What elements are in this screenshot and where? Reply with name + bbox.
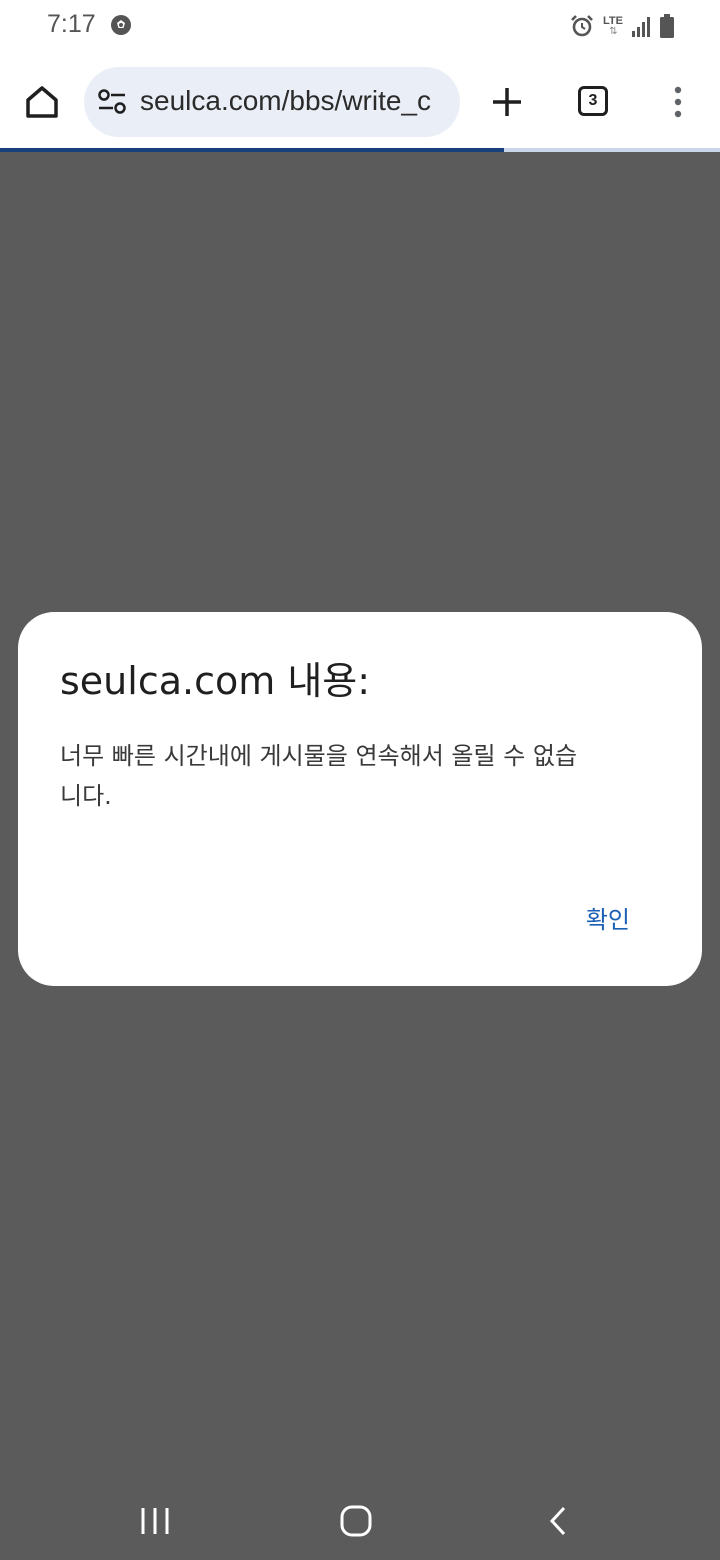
status-indicators: LTE ⇅: [570, 13, 674, 39]
system-nav-bar: [0, 1480, 720, 1560]
home-circle-icon[interactable]: [338, 1504, 374, 1538]
tab-switcher-button[interactable]: 3: [578, 86, 608, 116]
status-time: 7:17: [47, 10, 96, 38]
alert-dialog: seulca.com 내용: 너무 빠른 시간내에 게시물을 연속해서 올릴 수…: [18, 612, 702, 986]
network-indicator: LTE ⇅: [602, 14, 624, 37]
tune-icon[interactable]: [98, 89, 126, 115]
dialog-title: seulca.com 내용:: [60, 659, 371, 703]
battery-icon: [660, 14, 674, 38]
url-text[interactable]: seulca.com/bbs/write_c: [140, 85, 431, 117]
signal-bars-icon: [632, 17, 650, 37]
tab-count: 3: [588, 92, 598, 109]
status-bar: 7:17 LTE ⇅: [0, 0, 720, 52]
data-arrows-icon: ⇅: [609, 25, 617, 37]
browser-toolbar: seulca.com/bbs/write_c 3: [0, 52, 720, 150]
progress-fill: [0, 148, 504, 152]
kebab-menu-icon[interactable]: [668, 84, 688, 120]
network-label: LTE: [603, 14, 623, 27]
confirm-button[interactable]: 확인: [578, 894, 638, 941]
page-load-progress: [0, 148, 720, 152]
recent-apps-icon[interactable]: [138, 1504, 172, 1538]
address-bar[interactable]: seulca.com/bbs/write_c: [84, 67, 460, 137]
plus-icon[interactable]: [490, 85, 524, 119]
dialog-message: 너무 빠른 시간내에 게시물을 연속해서 올릴 수 없습니다.: [60, 742, 578, 810]
back-chevron-icon[interactable]: [544, 1504, 572, 1538]
alarm-icon: [571, 15, 593, 37]
home-icon[interactable]: [22, 82, 62, 122]
soccer-ball-icon: [111, 15, 131, 35]
